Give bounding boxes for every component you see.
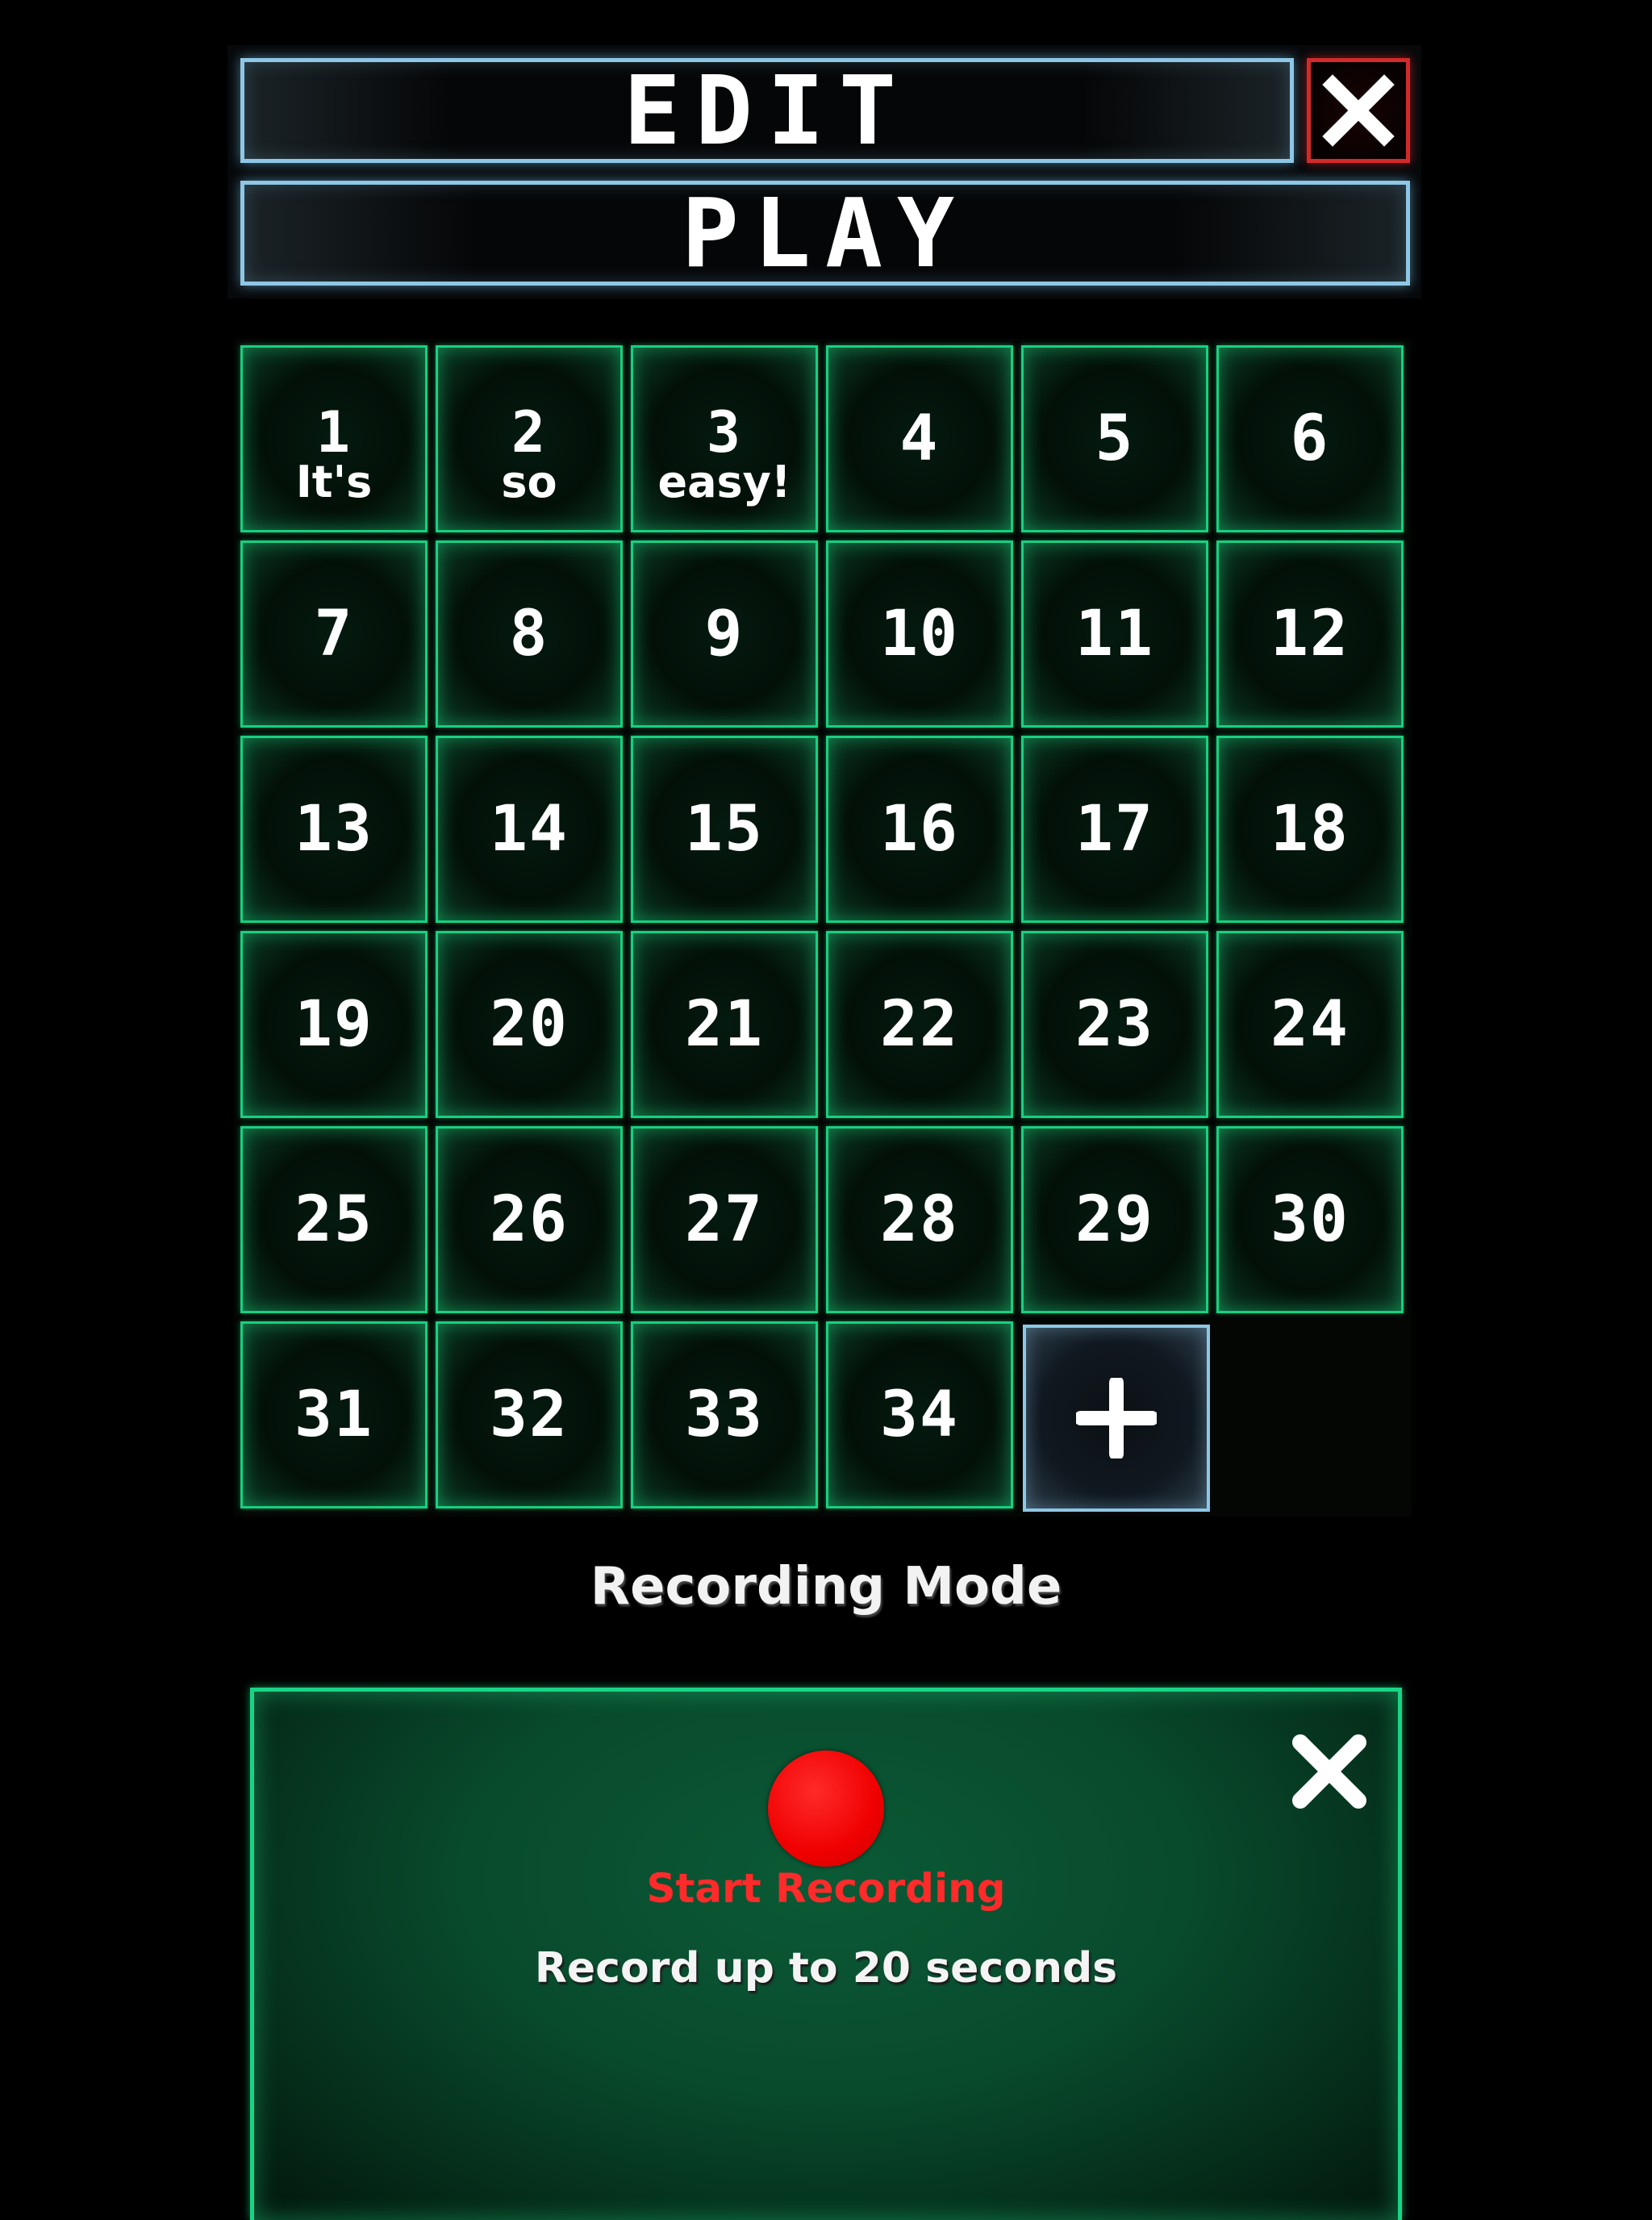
sound-pad-20[interactable]: 20 bbox=[436, 931, 623, 1118]
sound-pad-number: 3 bbox=[706, 399, 743, 465]
close-button[interactable] bbox=[1307, 58, 1410, 163]
sound-pad-2[interactable]: 2 so bbox=[436, 345, 623, 532]
sound-pad-number: 6 bbox=[1290, 403, 1330, 475]
close-icon bbox=[1322, 74, 1395, 147]
sound-pad-5[interactable]: 5 bbox=[1021, 345, 1208, 532]
sound-pad-number: 31 bbox=[294, 1379, 373, 1451]
sound-pad-10[interactable]: 10 bbox=[826, 540, 1013, 728]
sound-pad-34[interactable]: 34 bbox=[826, 1321, 1013, 1509]
sound-pad-number: 13 bbox=[294, 793, 373, 866]
sound-pad-32[interactable]: 32 bbox=[436, 1321, 623, 1509]
sound-pad-25[interactable]: 25 bbox=[240, 1126, 428, 1313]
sound-pad-6[interactable]: 6 bbox=[1216, 345, 1404, 532]
sound-pad-8[interactable]: 8 bbox=[436, 540, 623, 728]
sound-pad-33[interactable]: 33 bbox=[631, 1321, 818, 1509]
sound-pad-14[interactable]: 14 bbox=[436, 736, 623, 923]
sound-pad-4[interactable]: 4 bbox=[826, 345, 1013, 532]
recording-mode-title: Recording Mode bbox=[590, 1557, 1062, 1617]
sound-pad-number: 25 bbox=[294, 1183, 373, 1256]
sound-pad-13[interactable]: 13 bbox=[240, 736, 428, 923]
sound-pad-number: 23 bbox=[1075, 988, 1154, 1061]
close-icon bbox=[1292, 1734, 1366, 1809]
sound-pad-1[interactable]: 1 It's bbox=[240, 345, 428, 532]
sound-pad-number: 5 bbox=[1095, 403, 1135, 475]
sound-pad-number: 30 bbox=[1270, 1183, 1350, 1256]
sound-pad-17[interactable]: 17 bbox=[1021, 736, 1208, 923]
sound-pad-number: 14 bbox=[490, 793, 569, 866]
record-dot-icon[interactable] bbox=[768, 1751, 884, 1867]
sound-pad-number: 33 bbox=[685, 1379, 764, 1451]
sound-pad-27[interactable]: 27 bbox=[631, 1126, 818, 1313]
sound-pad-3[interactable]: 3 easy! bbox=[631, 345, 818, 532]
sound-pad-28[interactable]: 28 bbox=[826, 1126, 1013, 1313]
sound-pad-7[interactable]: 7 bbox=[240, 540, 428, 728]
sound-pad-30[interactable]: 30 bbox=[1216, 1126, 1404, 1313]
sound-pad-number: 22 bbox=[880, 988, 959, 1061]
sound-pad-23[interactable]: 23 bbox=[1021, 931, 1208, 1118]
sound-pad-number: 29 bbox=[1075, 1183, 1154, 1256]
sound-pad-number: 1 bbox=[315, 399, 353, 465]
start-recording-button[interactable]: Start Recording bbox=[0, 1865, 1652, 1912]
sound-pad-15[interactable]: 15 bbox=[631, 736, 818, 923]
sound-pad-label: easy! bbox=[657, 457, 791, 507]
sound-pad-number: 8 bbox=[509, 598, 549, 670]
edit-button[interactable]: EDIT bbox=[240, 55, 1294, 166]
sound-pad-number: 32 bbox=[490, 1379, 569, 1451]
sound-pad-number: 26 bbox=[490, 1183, 569, 1256]
sound-pad-number: 2 bbox=[511, 399, 548, 465]
recording-info-text: Record up to 20 seconds bbox=[534, 1944, 1118, 1993]
recording-close-button[interactable] bbox=[1281, 1723, 1378, 1820]
sound-pad-18[interactable]: 18 bbox=[1216, 736, 1404, 923]
play-button[interactable]: PLAY bbox=[240, 177, 1410, 289]
sound-pad-number: 21 bbox=[685, 988, 764, 1061]
sound-pad-number: 9 bbox=[704, 598, 745, 670]
sound-pad-label: It's bbox=[295, 457, 373, 507]
sound-pad-number: 19 bbox=[294, 988, 373, 1061]
sound-pad-21[interactable]: 21 bbox=[631, 931, 818, 1118]
add-pad-button[interactable] bbox=[1023, 1325, 1210, 1512]
sound-pad-number: 12 bbox=[1270, 598, 1350, 670]
sound-pad-26[interactable]: 26 bbox=[436, 1126, 623, 1313]
sound-pad-number: 7 bbox=[314, 598, 354, 670]
play-button-label: PLAY bbox=[681, 177, 970, 289]
sound-pad-label: so bbox=[501, 457, 557, 507]
sound-pad-number: 28 bbox=[880, 1183, 959, 1256]
plus-icon bbox=[1076, 1378, 1157, 1458]
sound-pad-number: 15 bbox=[685, 793, 764, 866]
sound-pad-number: 34 bbox=[880, 1379, 959, 1451]
sound-pad-number: 10 bbox=[880, 598, 959, 670]
sound-pad-16[interactable]: 16 bbox=[826, 736, 1013, 923]
sound-pad-19[interactable]: 19 bbox=[240, 931, 428, 1118]
sound-pad-31[interactable]: 31 bbox=[240, 1321, 428, 1509]
sound-pad-11[interactable]: 11 bbox=[1021, 540, 1208, 728]
sound-pad-29[interactable]: 29 bbox=[1021, 1126, 1208, 1313]
sound-pad-22[interactable]: 22 bbox=[826, 931, 1013, 1118]
sound-pad-number: 24 bbox=[1270, 988, 1350, 1061]
sound-pad-number: 17 bbox=[1075, 793, 1154, 866]
sound-pad-9[interactable]: 9 bbox=[631, 540, 818, 728]
edit-button-label: EDIT bbox=[623, 55, 912, 166]
sound-pad-number: 18 bbox=[1270, 793, 1350, 866]
sound-pad-12[interactable]: 12 bbox=[1216, 540, 1404, 728]
sound-pad-number: 16 bbox=[880, 793, 959, 866]
sound-pad-number: 27 bbox=[685, 1183, 764, 1256]
sound-pad-number: 20 bbox=[490, 988, 569, 1061]
sound-pad-24[interactable]: 24 bbox=[1216, 931, 1404, 1118]
sound-pad-number: 4 bbox=[899, 403, 940, 475]
sound-pad-number: 11 bbox=[1075, 598, 1154, 670]
